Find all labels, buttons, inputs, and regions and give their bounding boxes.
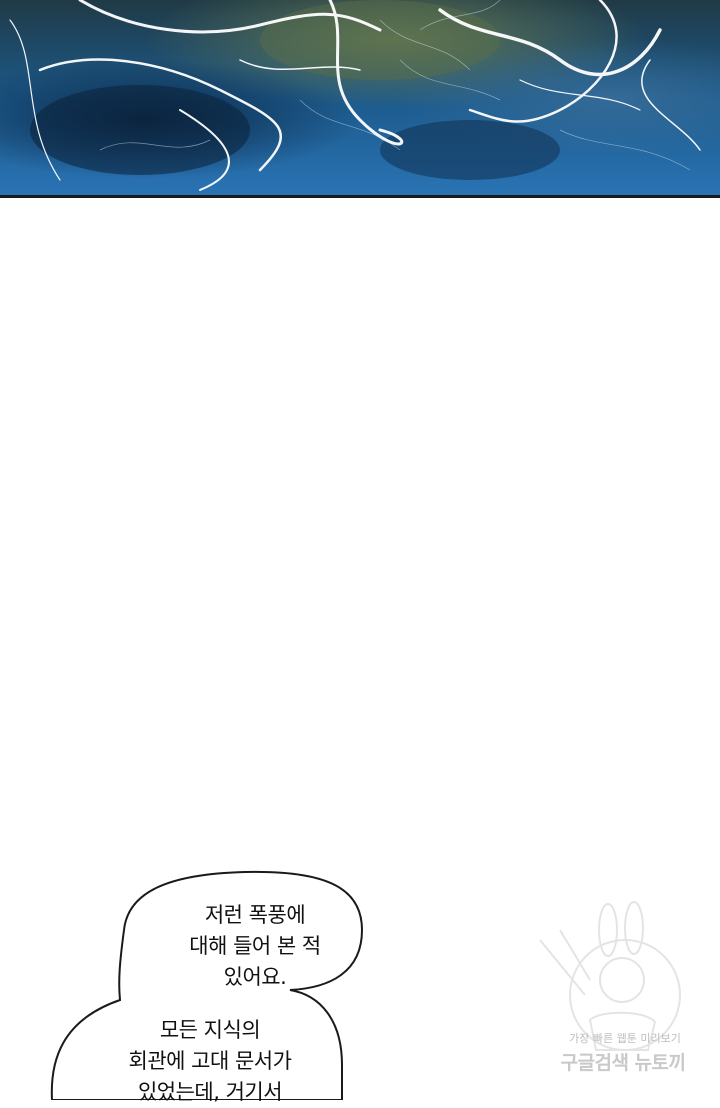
watermark-tagline: 가장 빠른 웹툰 미리보기 — [569, 1032, 681, 1045]
bubble-line: 저런 폭풍에 — [204, 903, 306, 927]
storm-panel — [0, 0, 720, 198]
bubble-line: 대해 들어 본 적 — [189, 934, 321, 958]
bubble-line: 모든 지식의 — [159, 1018, 261, 1042]
bubble-line: 있어요. — [223, 965, 287, 989]
watermark-brand: 구글검색 뉴토끼 — [560, 1052, 686, 1074]
bubble-line: 회관에 고대 문서가 — [128, 1049, 292, 1073]
speech-bubble-top: 저런 폭풍에 대해 들어 본 적 있어요. — [150, 900, 360, 993]
bubble-line: 있었는데, 거기서 — [137, 1080, 283, 1104]
speech-bubble-bottom: 모든 지식의 회관에 고대 문서가 있었는데, 거기서 — [90, 1015, 330, 1108]
storm-illustration — [0, 0, 720, 195]
